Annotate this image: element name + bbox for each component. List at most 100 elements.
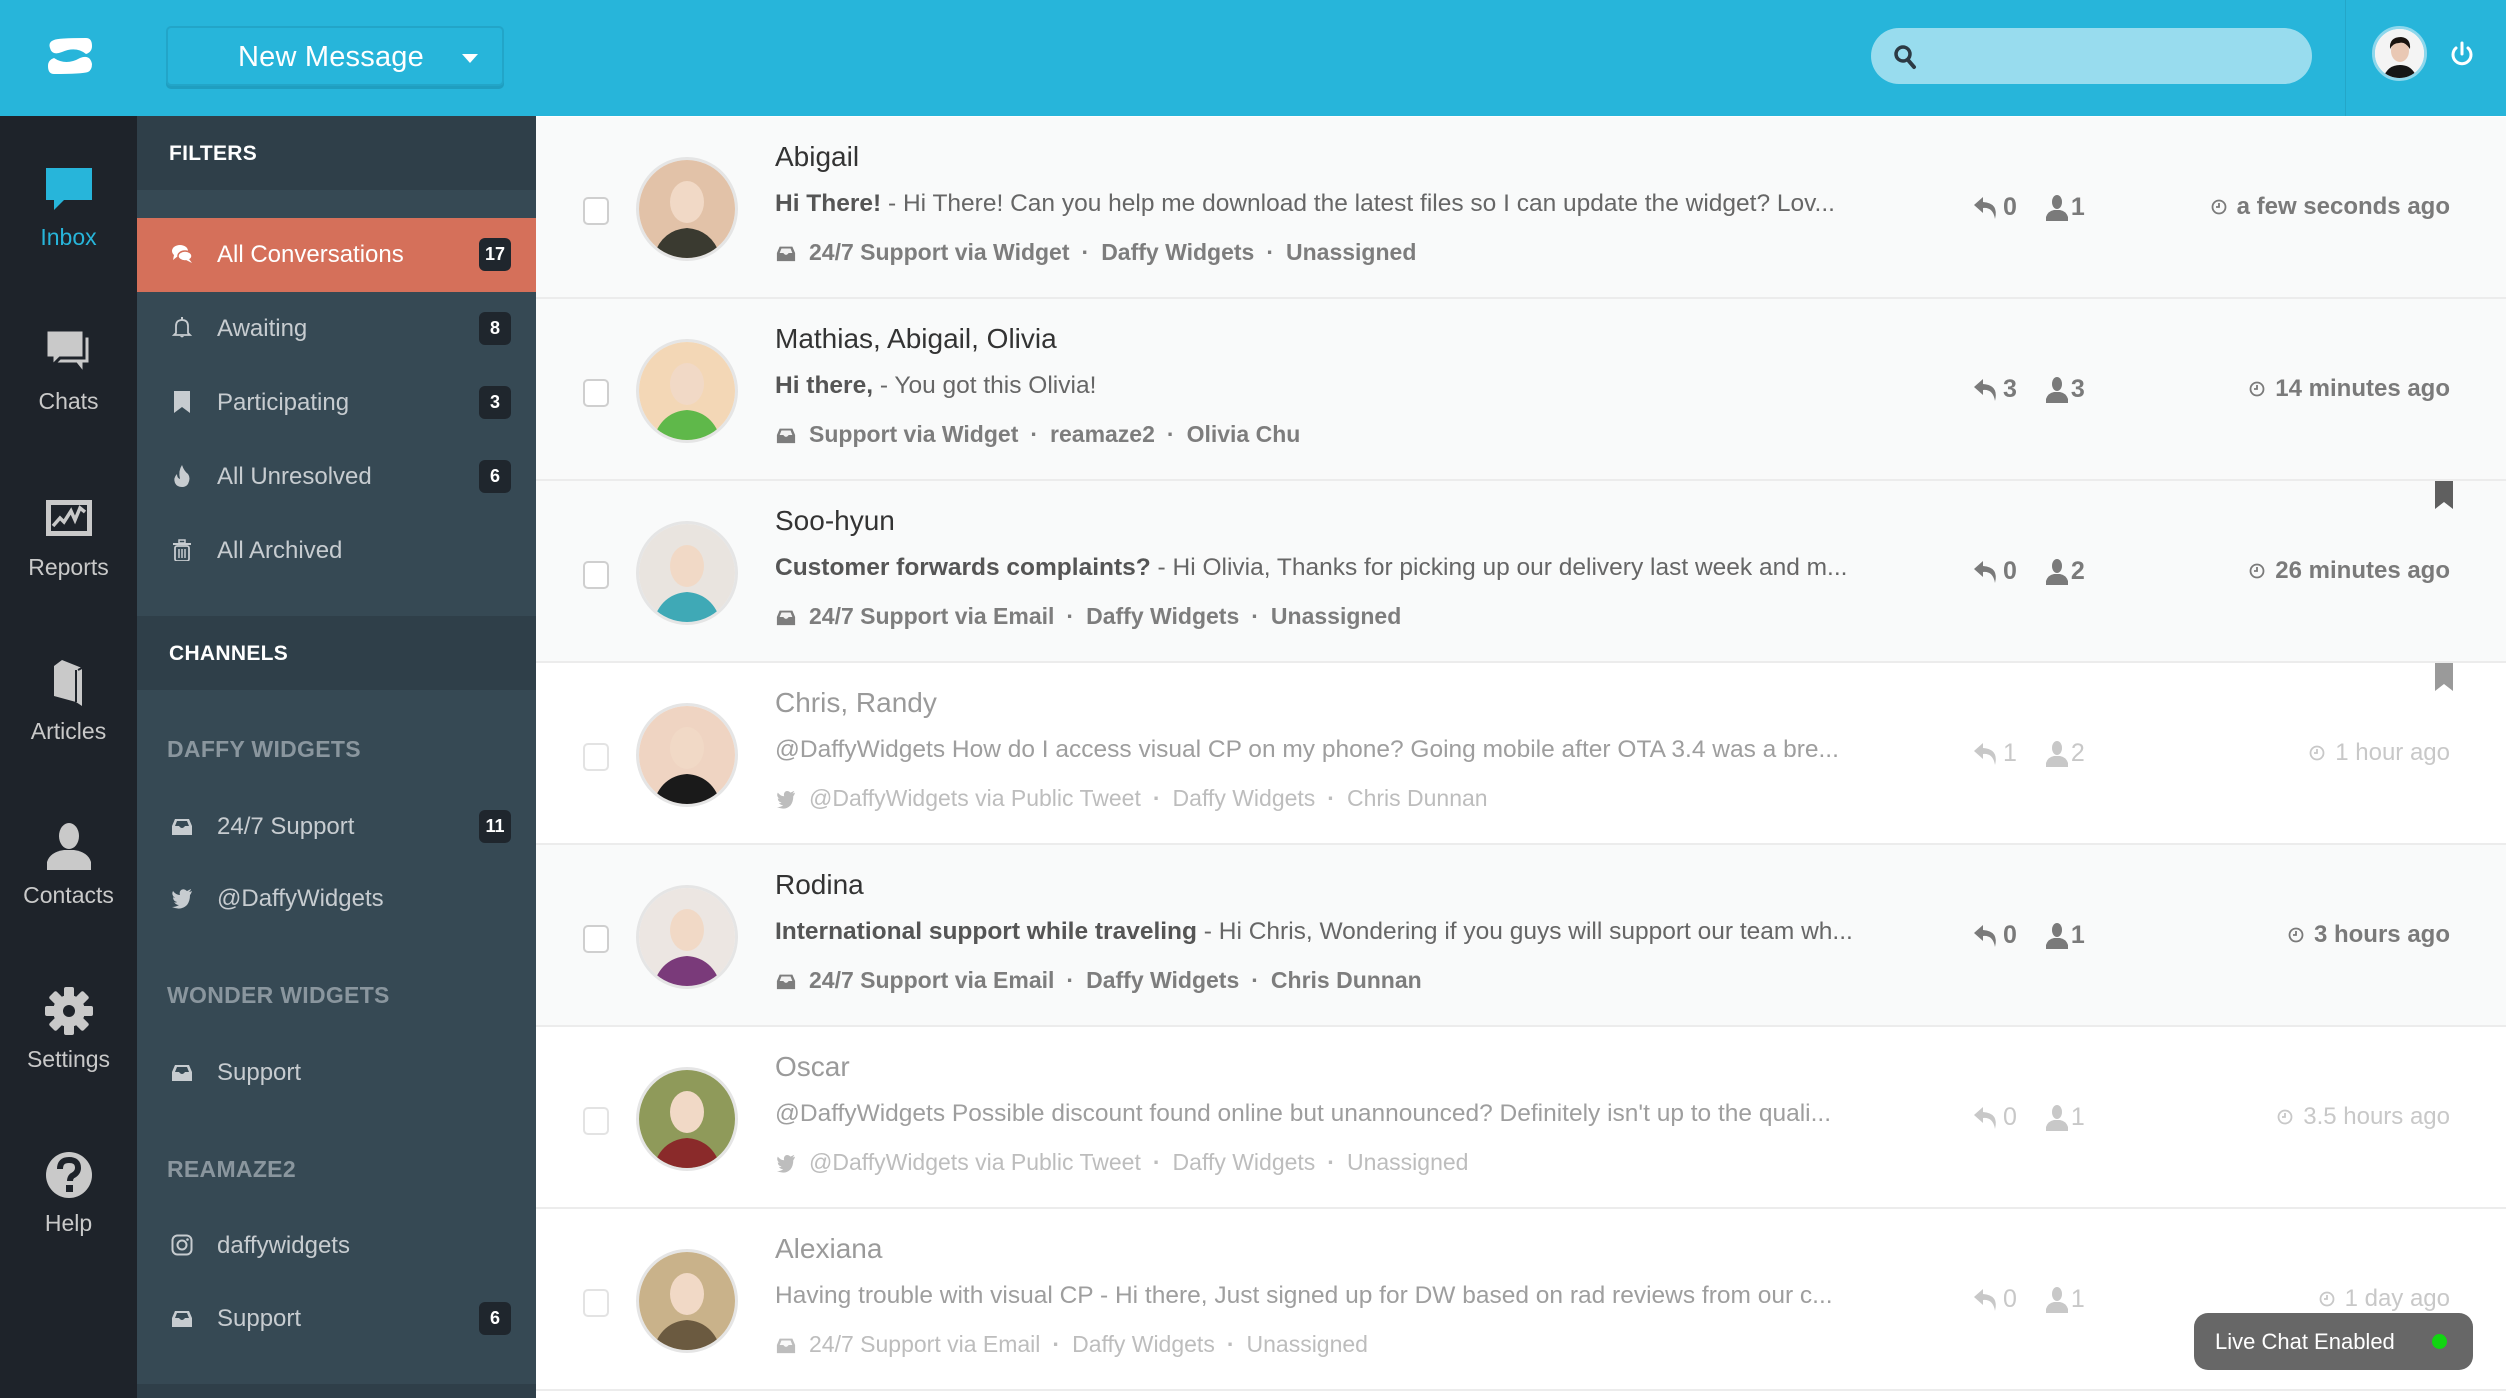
count-badge: 17 — [479, 238, 511, 271]
new-message-button[interactable]: New Message — [166, 26, 504, 86]
panel-footer — [137, 1384, 536, 1398]
select-checkbox[interactable] — [583, 925, 609, 953]
settings-icon — [45, 987, 93, 1035]
separator-dot: · — [1030, 421, 1039, 447]
search-box[interactable] — [1871, 28, 2312, 84]
conversation-row[interactable]: Mathias, Abigail, Olivia Hi there, - You… — [536, 299, 2506, 481]
select-checkbox[interactable] — [583, 197, 609, 225]
contact-avatar — [636, 339, 738, 443]
conversation-row[interactable]: Soo-hyun Customer forwards complaints? -… — [536, 481, 2506, 663]
separator-dot: · — [1251, 603, 1259, 629]
power-icon[interactable] — [2449, 40, 2475, 73]
nav-inbox[interactable]: Inbox — [0, 164, 137, 314]
filter-panel: FILTERS All Conversations 17 Awaiting 8 … — [137, 116, 536, 1398]
message-preview: Hi There! - Hi There! Can you help me do… — [775, 190, 1915, 218]
channel-label: daffywidgets — [217, 1232, 350, 1259]
bookmark-icon[interactable] — [2435, 481, 2453, 509]
channel-group-reamaze2: REAMAZE2 — [167, 1156, 296, 1182]
conversation-row[interactable]: Abigail Hi There! - Hi There! Can you he… — [536, 117, 2506, 299]
reply-count: 3 — [2003, 375, 2017, 403]
count-badge: 8 — [479, 312, 511, 345]
separator-dot: · — [1266, 239, 1274, 265]
participants-icon — [2045, 558, 2068, 585]
time-ago: a few seconds ago — [2236, 193, 2450, 220]
channel-name: 24/7 Support via Widget — [809, 239, 1070, 265]
top-bar: New Message — [0, 0, 2506, 116]
participant-count: 2 — [2070, 557, 2085, 585]
contact-name: Oscar — [775, 1051, 850, 1082]
filter-participating[interactable]: Participating 3 — [137, 366, 536, 440]
clock-icon — [2319, 1291, 2334, 1307]
contact-avatar — [636, 885, 738, 989]
channel-24-7-support[interactable]: 24/7 Support 11 — [137, 790, 536, 864]
search-input[interactable] — [1931, 36, 2291, 76]
conversation-time: 3.5 hours ago — [2277, 1103, 2450, 1131]
inbox-tray-icon — [776, 428, 796, 443]
contact-avatar — [636, 521, 738, 625]
participant-count: 1 — [2070, 1103, 2085, 1131]
nav-articles[interactable]: Articles — [0, 658, 137, 808]
separator-dot: · — [1152, 785, 1161, 811]
nav-help[interactable]: Help — [0, 1150, 137, 1300]
nav-contacts[interactable]: Contacts — [0, 822, 137, 972]
separator-dot: · — [1327, 1149, 1335, 1175]
message-subject: Hi there, — [775, 372, 874, 399]
filter-label: All Unresolved — [217, 463, 372, 490]
header-divider — [2345, 0, 2346, 116]
chevron-down-icon[interactable] — [462, 54, 478, 63]
inbox-tray-icon — [776, 974, 796, 989]
select-checkbox[interactable] — [583, 379, 609, 407]
reports-icon — [46, 500, 92, 536]
filter-awaiting[interactable]: Awaiting 8 — [137, 292, 536, 366]
select-checkbox[interactable] — [583, 743, 609, 771]
nav-reports[interactable]: Reports — [0, 494, 137, 644]
filter-label: Awaiting — [217, 315, 308, 342]
bookmark-icon[interactable] — [2435, 663, 2453, 691]
channel-name: 24/7 Support via Email — [809, 1331, 1041, 1357]
nav-chats[interactable]: Chats — [0, 328, 137, 478]
filter-all-archived[interactable]: All Archived — [137, 514, 536, 588]
nav-settings[interactable]: Settings — [0, 986, 137, 1136]
channel-daffywidgets-twitter[interactable]: @DaffyWidgets — [137, 862, 536, 936]
time-ago: 14 minutes ago — [2275, 375, 2450, 402]
user-avatar[interactable] — [2372, 26, 2427, 81]
message-subject: Having trouble with visual CP — [775, 1282, 1094, 1309]
conversation-row[interactable]: Rodina International support while trave… — [536, 845, 2506, 1027]
select-checkbox[interactable] — [583, 1107, 609, 1135]
participant-count: 3 — [2070, 375, 2085, 403]
status-indicator — [2432, 1334, 2447, 1349]
channel-reamaze2-support[interactable]: Support 6 — [137, 1282, 536, 1356]
message-body: - Hi There! Can you help me download the… — [881, 190, 1835, 217]
filter-all-conversations[interactable]: All Conversations 17 — [137, 218, 536, 292]
live-chat-toggle[interactable]: Live Chat Enabled — [2194, 1313, 2473, 1370]
conversation-counts: 0 1 — [1973, 193, 2085, 222]
participants-icon — [2045, 376, 2068, 403]
inbox-tray-icon — [172, 1065, 192, 1081]
assignee-name: Olivia Chu — [1186, 421, 1301, 447]
filter-all-unresolved[interactable]: All Unresolved 6 — [137, 440, 536, 514]
contacts-icon — [47, 823, 91, 870]
select-checkbox[interactable] — [583, 561, 609, 589]
reamaze-logo-icon[interactable] — [48, 38, 92, 74]
contact-name: Mathias, Abigail, Olivia — [775, 323, 1057, 354]
conversation-row[interactable]: Chris, Randy @DaffyWidgets How do I acce… — [536, 663, 2506, 845]
bookmark-icon — [174, 391, 190, 413]
message-body: - Hi Chris, Wondering if you guys will s… — [1197, 918, 1853, 945]
reply-icon — [1974, 1288, 1996, 1311]
conversations-icon — [172, 245, 193, 263]
time-ago: 1 day ago — [2344, 1285, 2450, 1312]
select-checkbox[interactable] — [583, 1289, 609, 1317]
separator-dot: · — [1081, 239, 1090, 265]
channel-group-daffy-widgets: DAFFY WIDGETS — [167, 736, 361, 762]
conversation-counts: 3 3 — [1973, 375, 2085, 404]
message-body: - You got this Olivia! — [873, 372, 1097, 399]
conversation-meta: @DaffyWidgets via Public Tweet · Daffy W… — [775, 1149, 1468, 1176]
conversation-row[interactable]: Oscar @DaffyWidgets Possible discount fo… — [536, 1027, 2506, 1209]
assignee-name: Unassigned — [1270, 603, 1402, 629]
channel-wonder-support[interactable]: Support — [137, 1036, 536, 1110]
conversation-counts: 0 2 — [1973, 557, 2085, 586]
assignee-name: Unassigned — [1346, 1149, 1469, 1175]
channel-daffywidgets-instagram[interactable]: daffywidgets — [137, 1209, 536, 1283]
nav-label: Articles — [30, 718, 107, 744]
filters-header: FILTERS — [137, 116, 536, 190]
